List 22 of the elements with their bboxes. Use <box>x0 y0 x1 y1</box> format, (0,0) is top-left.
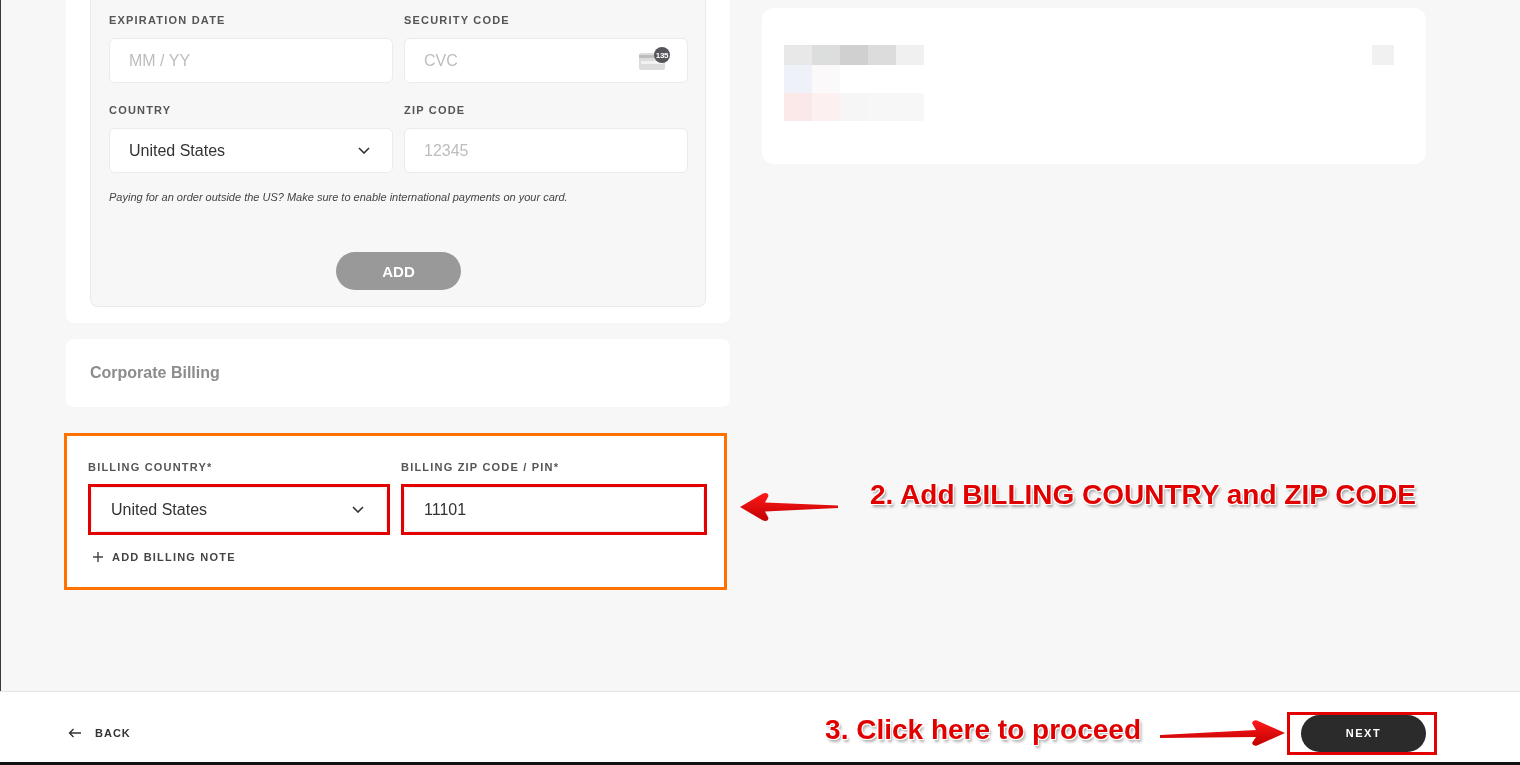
back-button[interactable]: BACK <box>68 727 131 739</box>
field-label: SECURITY CODE <box>404 13 510 27</box>
input-field[interactable]: 12345 <box>404 128 688 173</box>
chevron-down-icon <box>352 506 364 513</box>
next-button[interactable]: NEXT <box>1301 714 1426 752</box>
country-select[interactable]: United States <box>109 128 393 173</box>
international-payment-note: Paying for an order outside the US? Make sure to enable international payments on your card. <box>109 190 569 204</box>
field-label: ZIP CODE <box>404 103 466 117</box>
field-label: EXPIRATION DATE <box>109 13 226 27</box>
corporate-billing-title: Corporate Billing <box>90 364 220 382</box>
field-label: BILLING COUNTRY* <box>88 460 213 474</box>
input-field[interactable]: 11101 <box>404 487 704 532</box>
field-label: COUNTRY <box>109 103 172 117</box>
input-field[interactable]: MM / YY <box>109 38 393 83</box>
annotation-text: 2. Add BILLING COUNTRY and ZIP CODE <box>870 478 1417 512</box>
chevron-down-icon <box>358 147 370 154</box>
plus-icon <box>93 552 103 562</box>
annotation-text: 3. Click here to proceed <box>825 713 1141 747</box>
country-select[interactable]: United States <box>91 487 387 532</box>
add-billing-note-link[interactable]: ADD BILLING NOTE <box>88 550 236 564</box>
field-label: BILLING ZIP CODE / PIN* <box>401 460 560 474</box>
arrow-left-icon <box>68 728 82 738</box>
